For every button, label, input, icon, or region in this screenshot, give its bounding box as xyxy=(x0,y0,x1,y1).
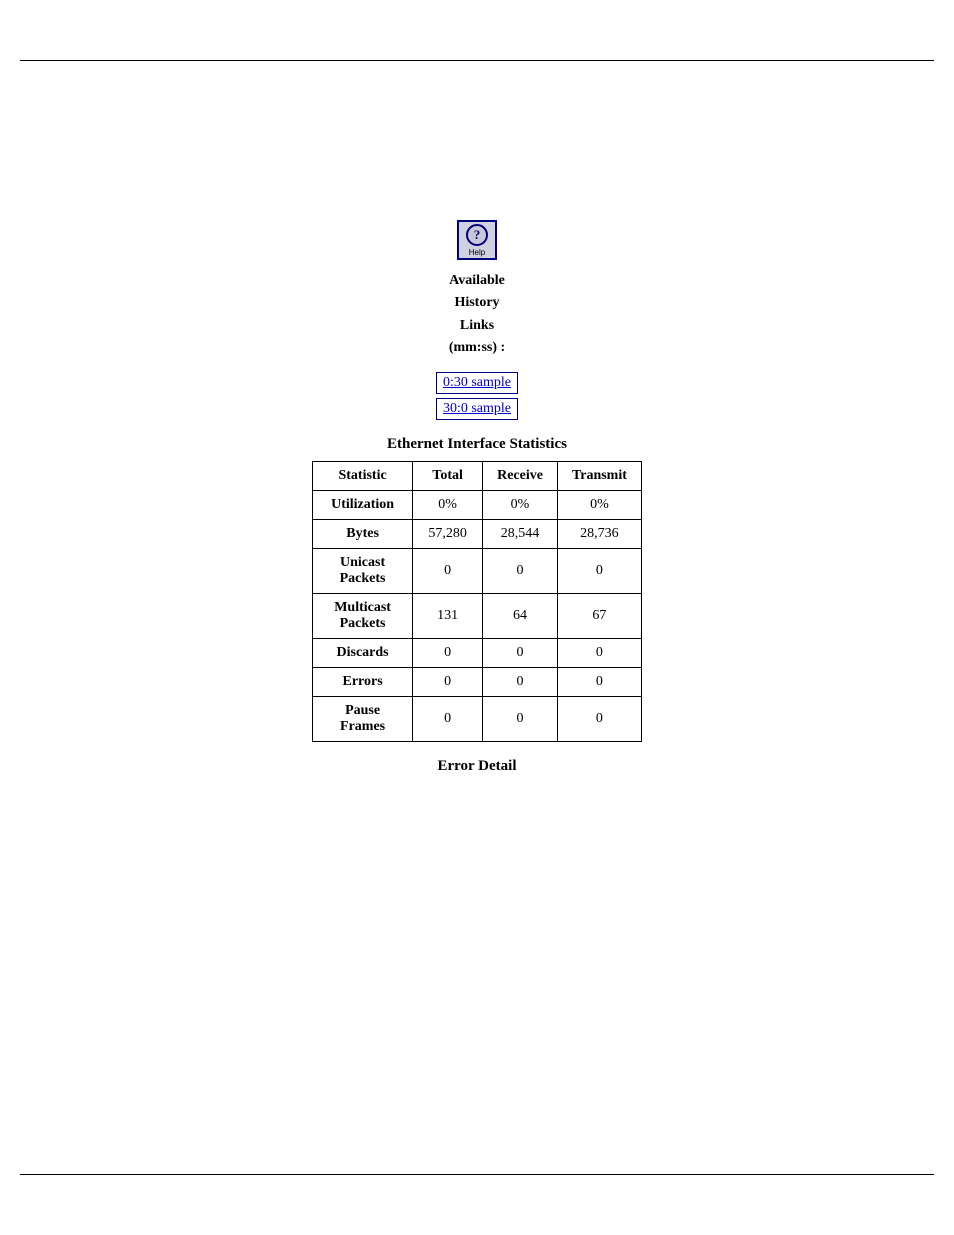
cell-total-4: 0 xyxy=(413,638,483,667)
table-row: Bytes57,28028,54428,736 xyxy=(313,519,642,548)
row-label-4: Discards xyxy=(313,638,413,667)
cell-transmit-3: 67 xyxy=(557,593,641,638)
page-content: ? Help Available History Links (mm:ss) :… xyxy=(0,0,954,775)
col-header-statistic: Statistic xyxy=(313,461,413,490)
available-line1: Available xyxy=(449,270,505,292)
table-header-row: Statistic Total Receive Transmit xyxy=(313,461,642,490)
cell-receive-2: 0 xyxy=(483,548,558,593)
cell-receive-4: 0 xyxy=(483,638,558,667)
row-label-0: Utilization xyxy=(313,490,413,519)
cell-transmit-5: 0 xyxy=(557,667,641,696)
help-button[interactable]: ? Help xyxy=(457,220,497,260)
table-row: Discards000 xyxy=(313,638,642,667)
row-label-1: Bytes xyxy=(313,519,413,548)
available-line3: Links xyxy=(449,315,505,337)
help-icon-container: ? Help xyxy=(457,220,497,260)
cell-total-1: 57,280 xyxy=(413,519,483,548)
cell-transmit-0: 0% xyxy=(557,490,641,519)
help-icon: ? xyxy=(466,224,488,246)
ethernet-stats-table: Statistic Total Receive Transmit Utiliza… xyxy=(312,461,642,742)
ethernet-stats-title: Ethernet Interface Statistics xyxy=(387,436,567,453)
cell-total-3: 131 xyxy=(413,593,483,638)
table-row: Utilization0%0%0% xyxy=(313,490,642,519)
cell-transmit-6: 0 xyxy=(557,696,641,741)
row-label-6: PauseFrames xyxy=(313,696,413,741)
bottom-rule xyxy=(20,1174,934,1175)
table-row: Errors000 xyxy=(313,667,642,696)
cell-receive-1: 28,544 xyxy=(483,519,558,548)
cell-total-6: 0 xyxy=(413,696,483,741)
cell-total-2: 0 xyxy=(413,548,483,593)
table-row: MulticastPackets1316467 xyxy=(313,593,642,638)
top-rule xyxy=(20,60,934,61)
available-line4: (mm:ss) : xyxy=(449,337,505,359)
history-link-300[interactable]: 30:0 sample xyxy=(436,398,518,420)
cell-receive-6: 0 xyxy=(483,696,558,741)
cell-receive-0: 0% xyxy=(483,490,558,519)
error-detail-title: Error Detail xyxy=(437,758,516,775)
history-link-030[interactable]: 0:30 sample xyxy=(436,372,518,394)
help-label: Help xyxy=(469,248,485,257)
cell-receive-5: 0 xyxy=(483,667,558,696)
available-line2: History xyxy=(449,292,505,314)
cell-transmit-1: 28,736 xyxy=(557,519,641,548)
cell-total-5: 0 xyxy=(413,667,483,696)
row-label-2: UnicastPackets xyxy=(313,548,413,593)
cell-transmit-4: 0 xyxy=(557,638,641,667)
table-row: UnicastPackets000 xyxy=(313,548,642,593)
table-row: PauseFrames000 xyxy=(313,696,642,741)
cell-transmit-2: 0 xyxy=(557,548,641,593)
row-label-3: MulticastPackets xyxy=(313,593,413,638)
history-links: 0:30 sample 30:0 sample xyxy=(436,372,518,420)
cell-total-0: 0% xyxy=(413,490,483,519)
row-label-5: Errors xyxy=(313,667,413,696)
available-history-text: Available History Links (mm:ss) : xyxy=(449,270,505,360)
col-header-transmit: Transmit xyxy=(557,461,641,490)
col-header-receive: Receive xyxy=(483,461,558,490)
col-header-total: Total xyxy=(413,461,483,490)
cell-receive-3: 64 xyxy=(483,593,558,638)
